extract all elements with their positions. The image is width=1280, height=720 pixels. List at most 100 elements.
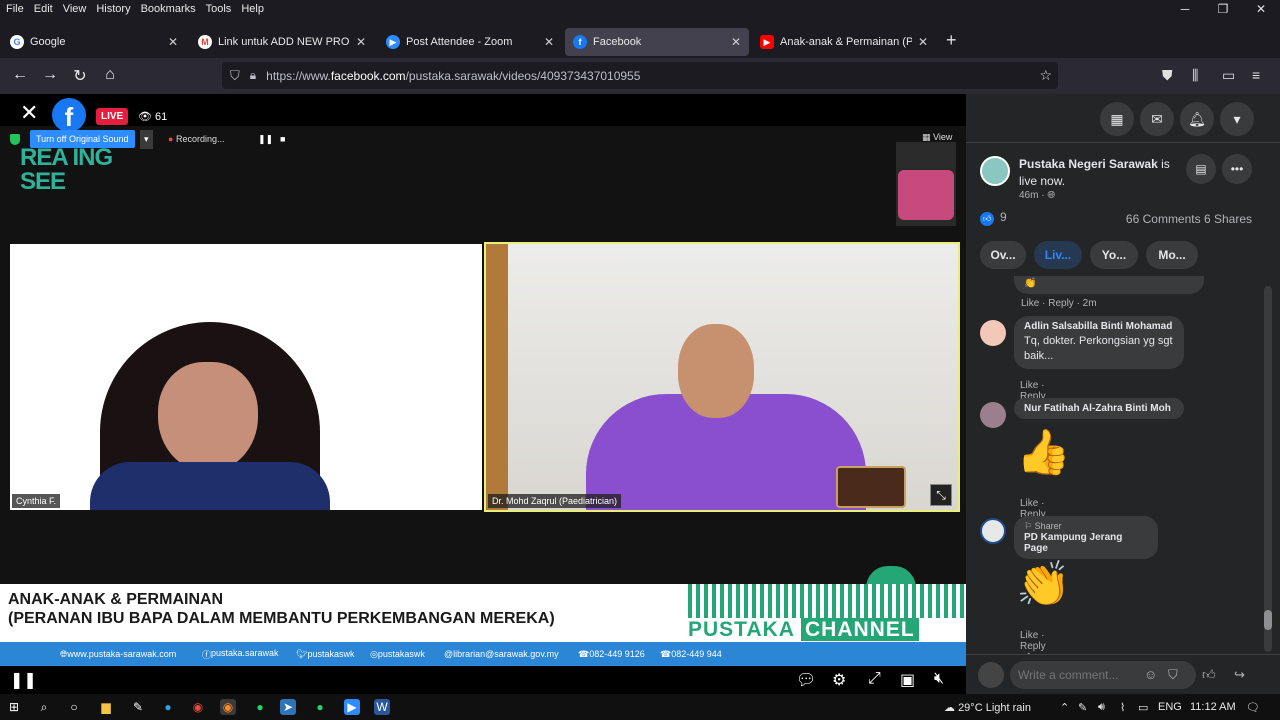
volume-icon[interactable]: 🔊︎: [1098, 701, 1105, 714]
tab-gmail[interactable]: M Link untuk ADD NEW PROGRAM ✕: [190, 28, 374, 56]
more-options-icon[interactable]: •••: [1222, 154, 1252, 184]
whatsapp-icon[interactable]: ●: [312, 699, 328, 715]
messenger-icon[interactable]: ✉: [1140, 102, 1174, 136]
pause-recording-icon[interactable]: ❚❚: [258, 134, 273, 145]
weather-widget[interactable]: ☁ 29°C Light rain: [944, 701, 1031, 714]
shield-icon[interactable]: ⛉: [230, 68, 240, 84]
pustaka-channel-logo: PUSTAKA CHANNEL: [688, 618, 964, 642]
close-tab-icon[interactable]: ✕: [168, 35, 178, 49]
notifications-bell-icon[interactable]: 🔔︎: [1180, 102, 1214, 136]
reload-icon[interactable]: ↻: [70, 66, 90, 86]
save-post-icon[interactable]: ▤: [1186, 154, 1216, 184]
menu-bookmarks[interactable]: Bookmarks: [141, 3, 196, 15]
account-dropdown-icon[interactable]: ▾: [1220, 102, 1254, 136]
page-name-link[interactable]: Pustaka Negeri Sarawak: [1019, 157, 1158, 171]
chrome-icon[interactable]: ◉: [190, 699, 206, 715]
menu-edit[interactable]: Edit: [34, 3, 53, 15]
scrollbar[interactable]: [1264, 286, 1272, 652]
edge-icon[interactable]: ●: [160, 699, 176, 715]
expand-icon[interactable]: ⤡: [930, 484, 952, 506]
post-stats[interactable]: 66 Comments 6 Shares: [1126, 212, 1252, 226]
close-tab-icon[interactable]: ✕: [544, 35, 554, 49]
share-icon[interactable]: ↪: [1234, 667, 1245, 683]
zoom-app-icon[interactable]: ▶: [344, 699, 360, 715]
minimize-icon[interactable]: ─: [1166, 2, 1204, 16]
comment-actions[interactable]: Like · Reply · 1m: [1020, 630, 1046, 656]
menu-icon[interactable]: ≡: [1252, 67, 1260, 83]
url-bar[interactable]: ⛉ 🔒︎ https://www.facebook.com/pustaka.sa…: [222, 62, 1058, 89]
pen-app-icon[interactable]: ✎: [130, 699, 146, 715]
tab-youtube[interactable]: ▶ Anak-anak & Permainan (Peran ✕: [752, 28, 936, 56]
stop-recording-icon[interactable]: ■: [280, 134, 285, 144]
pocket-icon[interactable]: ⛊: [1162, 67, 1173, 84]
task-view-icon[interactable]: ○: [66, 699, 82, 715]
tab-zoom[interactable]: ▶ Post Attendee - Zoom ✕: [378, 28, 562, 56]
apps-grid-icon[interactable]: ▦: [1100, 102, 1134, 136]
battery-icon[interactable]: ▭: [1138, 701, 1148, 714]
facebook-logo-icon[interactable]: f: [52, 98, 86, 132]
library-icon[interactable]: ⫼: [1192, 67, 1198, 84]
mute-icon[interactable]: 🔇︎: [934, 670, 944, 688]
clock[interactable]: 11:12 AM: [1190, 701, 1236, 713]
settings-gear-icon[interactable]: ⚙: [832, 670, 846, 690]
new-tab-icon[interactable]: +: [946, 30, 957, 51]
tab-overview[interactable]: Ov...: [980, 241, 1026, 269]
video-player[interactable]: ✕ f LIVE 👁︎ 61 Turn off Original Sound ▾…: [0, 94, 966, 694]
page-avatar[interactable]: [980, 156, 1010, 186]
tray-chevron-icon[interactable]: ⌃: [1060, 701, 1069, 714]
sticker-icon[interactable]: ⛉: [1168, 667, 1178, 683]
windows-start-icon[interactable]: ⊞: [6, 699, 22, 715]
telegram-icon[interactable]: ➤: [280, 699, 296, 715]
close-video-icon[interactable]: ✕: [20, 100, 38, 126]
restore-icon[interactable]: ❐: [1204, 2, 1242, 16]
menu-help[interactable]: Help: [241, 3, 264, 15]
commenter-name[interactable]: PD Kampung Jerang Page: [1024, 532, 1148, 554]
forward-icon[interactable]: →: [40, 66, 60, 84]
video-top-overlay: ✕ f LIVE 👁︎ 61: [0, 94, 966, 132]
language-indicator[interactable]: ENG: [1158, 701, 1182, 713]
close-tab-icon[interactable]: ✕: [731, 35, 741, 49]
back-icon[interactable]: ←: [10, 66, 30, 84]
close-tab-icon[interactable]: ✕: [356, 35, 366, 49]
captions-icon[interactable]: 💬︎: [796, 670, 816, 690]
comment-actions[interactable]: Like · Reply · 2m: [1021, 298, 1097, 309]
user-avatar[interactable]: [978, 662, 1004, 688]
chevron-down-icon[interactable]: ▾: [140, 130, 153, 149]
tab-you[interactable]: Yo...: [1090, 241, 1138, 269]
like-button-icon[interactable]: 👍︎: [1202, 667, 1216, 683]
lock-icon[interactable]: 🔒︎: [250, 68, 256, 83]
tab-live[interactable]: Liv...: [1034, 241, 1082, 269]
tab-google[interactable]: G Google ✕: [2, 28, 186, 56]
sidebar-icon[interactable]: ▭: [1222, 67, 1235, 84]
commenter-avatar[interactable]: [980, 402, 1006, 428]
word-icon[interactable]: W: [374, 699, 390, 715]
scrollbar-thumb[interactable]: [1264, 610, 1272, 630]
commenter-avatar[interactable]: [980, 320, 1006, 346]
wifi-icon[interactable]: ⌇: [1120, 701, 1125, 714]
pen-tray-icon[interactable]: ✎: [1078, 701, 1087, 714]
firefox-icon[interactable]: ◉: [220, 699, 236, 715]
like-count[interactable]: 👍︎ 9: [980, 210, 1007, 226]
commenter-avatar[interactable]: [980, 518, 1006, 544]
file-explorer-icon[interactable]: ▆: [98, 699, 114, 715]
search-icon[interactable]: ⌕: [36, 699, 52, 715]
menu-history[interactable]: History: [96, 3, 130, 15]
commenter-name[interactable]: Nur Fatihah Al-Zahra Binti Moh: [1024, 403, 1174, 414]
menu-file[interactable]: File: [6, 3, 24, 15]
close-window-icon[interactable]: ✕: [1242, 2, 1280, 16]
menu-view[interactable]: View: [63, 3, 87, 15]
spotify-icon[interactable]: ●: [252, 699, 268, 715]
fullscreen-icon[interactable]: ⤢: [868, 670, 881, 688]
tab-more[interactable]: Mo...: [1146, 241, 1198, 269]
tab-facebook[interactable]: f Facebook ✕: [565, 28, 749, 56]
close-tab-icon[interactable]: ✕: [918, 35, 928, 49]
notification-center-icon[interactable]: 🗨︎: [1246, 701, 1260, 714]
menu-tools[interactable]: Tools: [206, 3, 232, 15]
home-icon[interactable]: ⌂: [100, 66, 120, 84]
pause-icon[interactable]: ❚❚: [10, 670, 37, 690]
comments-list[interactable]: 👏 Like · Reply · 2m Adlin Salsabilla Bin…: [966, 276, 1280, 656]
picture-in-picture-icon[interactable]: ▣: [900, 670, 915, 690]
commenter-name[interactable]: Adlin Salsabilla Binti Mohamad: [1024, 321, 1174, 332]
bookmark-star-icon[interactable]: ☆: [1039, 67, 1052, 84]
emoji-icon[interactable]: ☺: [1144, 667, 1157, 682]
